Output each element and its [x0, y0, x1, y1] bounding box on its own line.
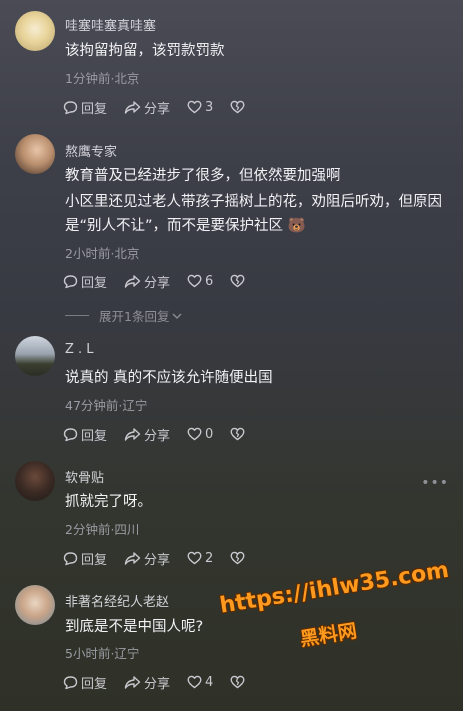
comment-text-line: 小区里还见过老人带孩子摇树上的花，劝阻后听劝，但原因 [65, 194, 442, 210]
comment-meta: 2小时前·北京 [65, 246, 140, 261]
comment-actions: 回复 分享 2 [63, 548, 262, 568]
like-button[interactable]: 2 [187, 551, 213, 566]
reply-label: 回复 [81, 552, 108, 568]
dislike-button[interactable] [230, 427, 245, 441]
like-count: 2 [205, 550, 214, 566]
like-count: 6 [205, 273, 214, 289]
share-icon [124, 551, 141, 565]
like-button[interactable]: 6 [187, 274, 213, 289]
dislike-button[interactable] [230, 675, 245, 689]
share-icon [124, 675, 141, 689]
share-label: 分享 [144, 275, 171, 291]
share-button[interactable]: 分享 [124, 98, 170, 117]
like-count: 3 [205, 99, 214, 115]
dislike-button[interactable] [230, 100, 245, 114]
like-button[interactable]: 4 [187, 675, 213, 690]
heart-icon [187, 551, 202, 565]
reply-button[interactable]: 回复 [63, 549, 107, 568]
share-label: 分享 [144, 676, 171, 692]
comment-meta: 5小时前·辽宁 [65, 646, 140, 661]
comment-text: 说真的 真的不应该允许随便出国 [65, 370, 273, 386]
heart-icon [187, 100, 202, 114]
comment-actions: 回复 分享 6 [63, 271, 262, 291]
comment-actions: 回复 分享 4 [63, 672, 262, 692]
comment-text: 该拘留拘留，该罚款罚款 [65, 43, 225, 59]
comment-username[interactable]: 软骨贴 [65, 467, 104, 486]
reply-icon [63, 100, 78, 114]
share-button[interactable]: 分享 [124, 673, 170, 692]
divider [65, 315, 89, 316]
reply-button[interactable]: 回复 [63, 425, 107, 444]
like-button[interactable]: 0 [187, 427, 213, 442]
heart-icon [187, 427, 202, 441]
reply-button[interactable]: 回复 [63, 98, 107, 117]
share-label: 分享 [144, 552, 171, 568]
more-options-icon[interactable]: ••• [421, 475, 449, 491]
share-icon [124, 100, 141, 114]
reply-label: 回复 [81, 676, 108, 692]
expand-replies-label: 展开1条回复 [99, 309, 170, 324]
comment-actions: 回复 分享 3 [63, 97, 262, 117]
comment-meta: 1分钟前·北京 [65, 71, 140, 86]
broken-heart-icon [230, 100, 245, 114]
heart-icon [187, 675, 202, 689]
reply-icon [63, 675, 78, 689]
comment-meta: 47分钟前·辽宁 [65, 398, 148, 413]
comment-text-line: 教育普及已经进步了很多，但依然要加强啊 [65, 168, 341, 184]
comment-username[interactable]: Z . L [65, 342, 94, 357]
broken-heart-icon [230, 675, 245, 689]
dislike-button[interactable] [230, 551, 245, 565]
broken-heart-icon [230, 274, 245, 288]
comment-text: 抓就完了呀。 [65, 494, 152, 510]
chevron-down-icon [172, 313, 182, 319]
share-icon [124, 427, 141, 441]
comment-username[interactable]: 哇塞哇塞真哇塞 [65, 15, 156, 34]
comment-text-line: 是“别人不让”，而不是要保护社区 🐻 [65, 218, 306, 234]
reply-button[interactable]: 回复 [63, 673, 107, 692]
share-label: 分享 [144, 428, 171, 444]
avatar[interactable] [15, 336, 55, 376]
reply-label: 回复 [81, 101, 108, 117]
reply-icon [63, 274, 78, 288]
comment-meta: 2分钟前·四川 [65, 522, 140, 537]
reply-icon [63, 551, 78, 565]
avatar[interactable] [15, 11, 55, 51]
share-button[interactable]: 分享 [124, 272, 170, 291]
share-button[interactable]: 分享 [124, 549, 170, 568]
reply-button[interactable]: 回复 [63, 272, 107, 291]
avatar[interactable] [15, 461, 55, 501]
comment-text: 到底是不是中国人呢? [65, 619, 204, 635]
broken-heart-icon [230, 427, 245, 441]
comment-username[interactable]: 非著名经纪人老赵 [65, 591, 169, 610]
like-count: 4 [205, 674, 214, 690]
heart-icon [187, 274, 202, 288]
avatar[interactable] [15, 134, 55, 174]
watermark-name: 黑料网 [298, 620, 359, 651]
comment-actions: 回复 分享 0 [63, 424, 262, 444]
comment-username[interactable]: 熬鹰专家 [65, 141, 117, 160]
like-button[interactable]: 3 [187, 100, 213, 115]
share-button[interactable]: 分享 [124, 425, 170, 444]
avatar[interactable] [15, 585, 55, 625]
reply-label: 回复 [81, 428, 108, 444]
like-count: 0 [205, 426, 214, 442]
broken-heart-icon [230, 551, 245, 565]
share-icon [124, 274, 141, 288]
reply-icon [63, 427, 78, 441]
share-label: 分享 [144, 101, 171, 117]
expand-replies-button[interactable]: 展开1条回复 [65, 306, 183, 325]
reply-label: 回复 [81, 275, 108, 291]
dislike-button[interactable] [230, 274, 245, 288]
